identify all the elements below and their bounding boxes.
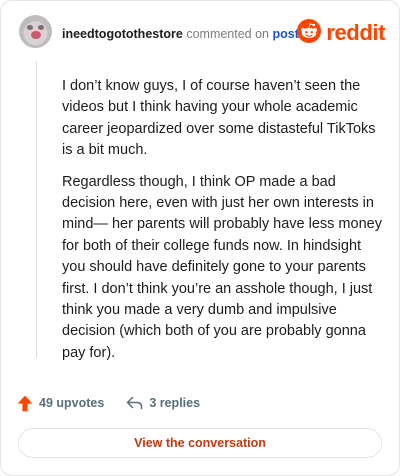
action-text: commented on	[186, 27, 270, 41]
comment-actions: 49 upvotes 3 replies	[17, 393, 222, 413]
avatar-mouth	[31, 31, 41, 39]
reddit-brand[interactable]: reddit	[297, 18, 385, 48]
comment-header: ineedtogotothestore commented on post re…	[19, 15, 385, 51]
comment-paragraph: I don’t know guys, I of course haven’t s…	[62, 78, 376, 159]
upvote-button[interactable]: 49 upvotes	[17, 395, 104, 412]
view-conversation-button[interactable]: View the conversation	[18, 428, 382, 458]
reply-count: 3 replies	[149, 396, 201, 410]
upvote-count: 49 upvotes	[39, 396, 105, 410]
user-avatar[interactable]	[19, 15, 52, 48]
avatar-eye-right	[38, 25, 44, 30]
comment-meta: ineedtogotothestore commented on post	[62, 26, 299, 42]
comment-paragraph: Regardless though, I think OP made a bad…	[62, 173, 382, 361]
comment-embed-card: ineedtogotothestore commented on post re…	[0, 0, 400, 476]
reddit-wordmark: reddit	[326, 20, 385, 45]
reddit-alien-icon	[297, 18, 322, 48]
comment-body: I don’t know guys, I of course haven’t s…	[62, 76, 382, 374]
reply-arrow-icon	[126, 396, 143, 410]
post-link[interactable]: post	[273, 27, 299, 41]
upvote-arrow-icon	[17, 395, 33, 412]
avatar-eye-left	[27, 25, 33, 30]
username[interactable]: ineedtogotothestore	[62, 27, 183, 41]
thread-line	[36, 61, 37, 358]
replies-button[interactable]: 3 replies	[126, 396, 200, 410]
